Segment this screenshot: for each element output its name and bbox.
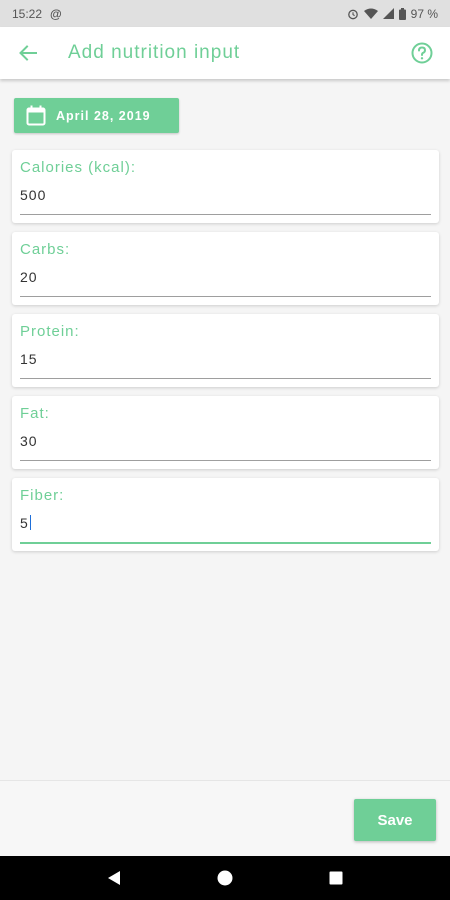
status-time: 15:22 bbox=[12, 6, 43, 21]
arrow-back-icon bbox=[18, 45, 37, 61]
signal-icon bbox=[382, 8, 394, 19]
carbs-label: Carbs: bbox=[20, 241, 71, 258]
date-picker-button[interactable]: April 28, 2019 bbox=[14, 98, 179, 133]
notification-icon: @ bbox=[50, 6, 62, 21]
calories-label: Calories (kcal): bbox=[20, 159, 137, 176]
text-cursor bbox=[29, 515, 32, 530]
status-bar: 15:22 @ 97 % bbox=[0, 0, 450, 27]
carbs-field-card[interactable]: Carbs: 20 bbox=[12, 232, 439, 305]
battery-percent: 97 % bbox=[410, 6, 438, 21]
fiber-value: 5 bbox=[20, 515, 29, 531]
fat-field-card[interactable]: Fat: 30 bbox=[12, 396, 439, 469]
help-circle-icon bbox=[411, 42, 433, 64]
calories-field-card[interactable]: Calories (kcal): 500 bbox=[12, 150, 439, 223]
battery-icon bbox=[398, 7, 406, 20]
nav-back-icon[interactable] bbox=[107, 870, 121, 886]
protein-label: Protein: bbox=[20, 323, 80, 340]
fat-underline bbox=[20, 460, 431, 461]
status-icons: 97 % bbox=[347, 7, 438, 21]
page-title: Add nutrition input bbox=[68, 42, 241, 63]
back-button[interactable] bbox=[0, 27, 55, 79]
fiber-label: Fiber: bbox=[20, 487, 65, 504]
date-label: April 28, 2019 bbox=[56, 108, 151, 123]
save-button[interactable]: Save bbox=[354, 799, 436, 841]
wifi-icon bbox=[363, 8, 378, 19]
fiber-field-card[interactable]: Fiber: 5 bbox=[12, 478, 439, 551]
fiber-input[interactable]: 5 bbox=[20, 515, 32, 531]
protein-field-card[interactable]: Protein: 15 bbox=[12, 314, 439, 387]
nav-home-icon[interactable] bbox=[216, 869, 234, 887]
protein-underline bbox=[20, 378, 431, 379]
protein-input[interactable]: 15 bbox=[20, 351, 38, 367]
fat-label: Fat: bbox=[20, 405, 50, 422]
fat-input[interactable]: 30 bbox=[20, 433, 38, 449]
calories-input[interactable]: 500 bbox=[20, 187, 46, 203]
carbs-input[interactable]: 20 bbox=[20, 269, 38, 285]
calendar-icon bbox=[26, 105, 46, 126]
nav-recents-icon[interactable] bbox=[329, 871, 343, 885]
system-nav-bar bbox=[0, 856, 450, 900]
help-button[interactable] bbox=[410, 41, 434, 65]
calories-underline bbox=[20, 214, 431, 215]
carbs-underline bbox=[20, 296, 431, 297]
bottom-action-area: Save bbox=[0, 780, 450, 856]
alarm-icon bbox=[347, 9, 358, 19]
fiber-underline bbox=[20, 542, 431, 544]
app-bar: Add nutrition input bbox=[0, 27, 450, 79]
